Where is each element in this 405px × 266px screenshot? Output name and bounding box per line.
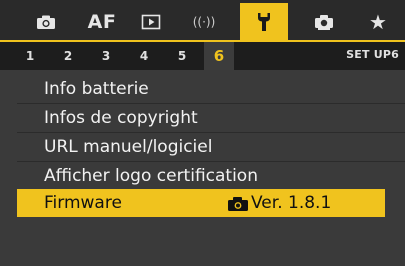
tab-shooting[interactable] <box>30 3 62 40</box>
menu-item-battery-info[interactable]: Info batterie <box>0 75 405 103</box>
menu-item-label: URL manuel/logiciel <box>44 137 213 157</box>
page-tab-label: 5 <box>177 49 187 63</box>
page-tab-3[interactable]: 3 <box>94 42 118 70</box>
tab-my-menu[interactable]: ★ <box>364 3 392 40</box>
page-tabs: 1 2 3 4 5 6 <box>0 40 405 70</box>
camera-icon <box>37 15 55 29</box>
menu-item-label: Afficher logo certification <box>44 166 258 186</box>
menu-item-firmware[interactable]: Firmware Ver. 1.8.1 <box>17 189 385 217</box>
star-icon: ★ <box>369 9 387 34</box>
tab-playback[interactable] <box>135 3 167 40</box>
firmware-version-text: Ver. 1.8.1 <box>251 193 332 213</box>
firmware-version: Ver. 1.8.1 <box>227 193 331 213</box>
camera-icon <box>228 196 248 211</box>
page-tab-6[interactable]: 6 <box>204 42 234 70</box>
custom-functions-icon <box>315 14 333 30</box>
tab-setup[interactable] <box>240 3 288 40</box>
menu-item-certification-logo[interactable]: Afficher logo certification <box>0 162 405 190</box>
menu-item-manual-url[interactable]: URL manuel/logiciel <box>0 133 405 161</box>
page-tab-1[interactable]: 1 <box>18 42 42 70</box>
tab-wireless[interactable]: ((·)) <box>187 3 221 40</box>
page-tab-label: 6 <box>213 47 225 65</box>
playback-icon <box>141 14 161 29</box>
camera-menu-screen: AF ((·)) ★ 1 2 3 4 5 6 SET UP6 Info batt… <box>0 0 405 266</box>
page-tab-label: 2 <box>63 49 73 63</box>
page-tab-label: 1 <box>25 49 35 63</box>
page-tab-label: 3 <box>101 49 111 63</box>
menu-item-label: Infos de copyright <box>44 108 198 128</box>
tab-af[interactable]: AF <box>84 3 120 40</box>
wireless-icon: ((·)) <box>192 14 216 29</box>
tab-custom-functions[interactable] <box>306 3 342 40</box>
menu-category-tabs: AF ((·)) ★ <box>0 0 405 40</box>
menu-item-label: Firmware <box>44 193 122 213</box>
menu-item-label: Info batterie <box>44 79 149 99</box>
page-tab-2[interactable]: 2 <box>56 42 80 70</box>
page-tab-4[interactable]: 4 <box>132 42 156 70</box>
page-tab-label: 4 <box>139 49 149 63</box>
wrench-icon <box>258 12 270 31</box>
page-tab-5[interactable]: 5 <box>170 42 194 70</box>
tab-af-label: AF <box>87 10 117 33</box>
menu-item-copyright-info[interactable]: Infos de copyright <box>0 104 405 132</box>
menu-page-indicator: SET UP6 <box>346 47 399 61</box>
